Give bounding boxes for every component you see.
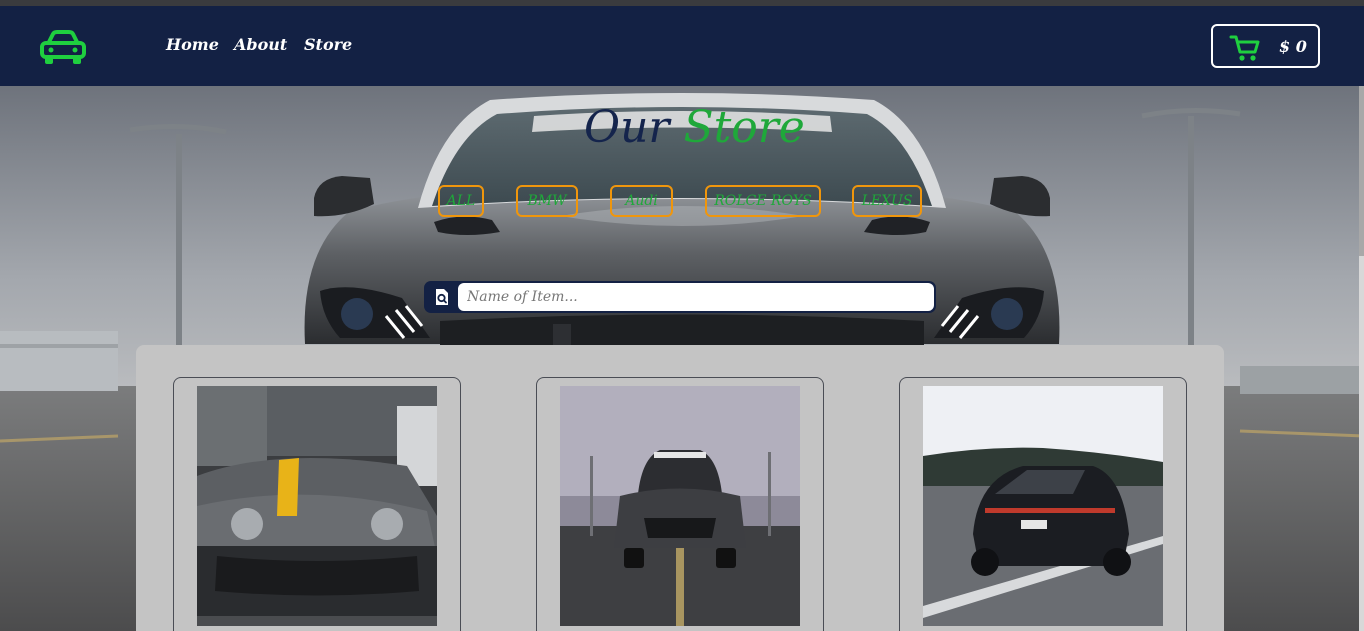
filter-all-button[interactable]: ALL <box>438 185 484 217</box>
cart-total: $ 0 <box>1279 37 1307 56</box>
product-card[interactable] <box>536 377 824 631</box>
search-file-icon[interactable] <box>433 288 451 306</box>
page-title-word-store: Store <box>683 102 805 153</box>
cart-icon <box>1229 34 1261 62</box>
page-title: Our Store <box>584 102 805 153</box>
filter-bmw-button[interactable]: BMW <box>516 185 578 217</box>
scrollbar-thumb[interactable] <box>1359 86 1364 256</box>
filter-rolce-roys-button[interactable]: ROLCE ROYS <box>705 185 821 217</box>
product-image-mustang[interactable] <box>560 386 800 626</box>
nav-link-home[interactable]: Home <box>166 35 219 54</box>
car-logo-icon[interactable] <box>38 28 88 68</box>
filter-lexus-button[interactable]: LEXUS <box>852 185 922 217</box>
navbar: Home About Store $ 0 <box>0 6 1364 86</box>
hero-section: Our Store ALL BMW Audi ROLCE ROYS LEXUS <box>0 86 1364 631</box>
product-card[interactable] <box>899 377 1187 631</box>
search-bar <box>424 281 936 313</box>
search-input[interactable] <box>458 283 934 311</box>
product-card[interactable] <box>173 377 461 631</box>
products-panel <box>136 345 1224 631</box>
product-image-porsche[interactable] <box>923 386 1163 626</box>
cart-button[interactable]: $ 0 <box>1211 24 1320 68</box>
filter-audi-button[interactable]: Audi <box>610 185 673 217</box>
nav-link-store[interactable]: Store <box>304 35 352 54</box>
page-title-word-our: Our <box>584 102 670 153</box>
nav-link-about[interactable]: About <box>234 35 287 54</box>
product-image-mercedes[interactable] <box>197 386 437 626</box>
